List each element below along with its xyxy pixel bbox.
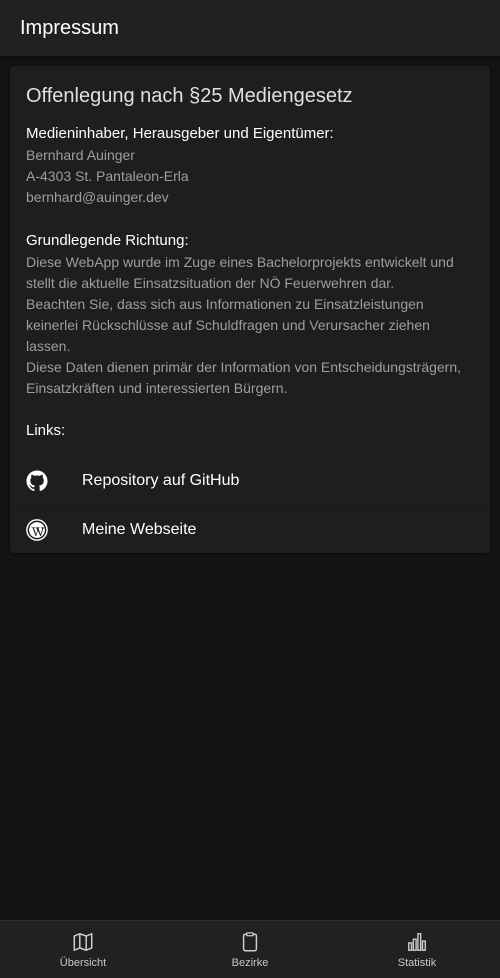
link-website-label: Meine Webseite — [82, 521, 197, 538]
link-website[interactable]: Meine Webseite — [10, 505, 490, 553]
nav-statistik[interactable]: Statistik — [334, 921, 500, 978]
app-root: Impressum Offenlegung nach §25 Medienges… — [0, 0, 500, 978]
link-github[interactable]: Repository auf GitHub — [10, 457, 490, 505]
direction-heading: Grundlegende Richtung: — [26, 232, 189, 249]
bar-chart-icon — [408, 933, 426, 951]
owner-name: Bernhard Auinger — [26, 147, 135, 163]
bottom-navigation: Übersicht Bezirke Statistik — [0, 920, 500, 978]
links-heading: Links: — [26, 422, 66, 439]
nav-uebersicht[interactable]: Übersicht — [0, 921, 166, 978]
nav-bezirke-label: Bezirke — [231, 957, 269, 969]
owner-address: A-4303 St. Pantaleon-Erla — [26, 168, 189, 184]
direction-line: Beachten Sie, dass sich aus Informatione… — [26, 296, 424, 312]
top-app-bar: Impressum — [0, 0, 500, 56]
direction-line: stellt die aktuelle Einsatzsituation der… — [26, 275, 395, 291]
direction-line: Diese Daten dienen primär der Informatio… — [26, 359, 462, 375]
map-icon — [73, 933, 93, 951]
direction-line: lassen. — [26, 338, 71, 354]
card-title: Offenlegung nach §25 Mediengesetz — [26, 85, 353, 107]
imprint-card: Offenlegung nach §25 Mediengesetz Medien… — [10, 66, 490, 553]
nav-uebersicht-label: Übersicht — [59, 957, 107, 969]
clipboard-icon — [242, 932, 258, 952]
direction-line: Diese WebApp wurde im Zuge eines Bachelo… — [26, 254, 454, 270]
nav-statistik-label: Statistik — [397, 957, 437, 969]
owner-email: bernhard@auinger.dev — [26, 189, 169, 205]
direction-line: Einsatzkräften und interessierten Bürger… — [26, 380, 288, 396]
direction-line: keinerlei Rückschlüsse auf Schuldfragen … — [26, 317, 430, 333]
wordpress-icon — [26, 519, 48, 541]
owner-heading: Medieninhaber, Herausgeber und Eigentüme… — [26, 125, 334, 142]
github-icon — [26, 470, 48, 492]
nav-bezirke[interactable]: Bezirke — [167, 921, 333, 978]
link-github-label: Repository auf GitHub — [82, 472, 240, 489]
page-title: Impressum — [20, 17, 119, 39]
